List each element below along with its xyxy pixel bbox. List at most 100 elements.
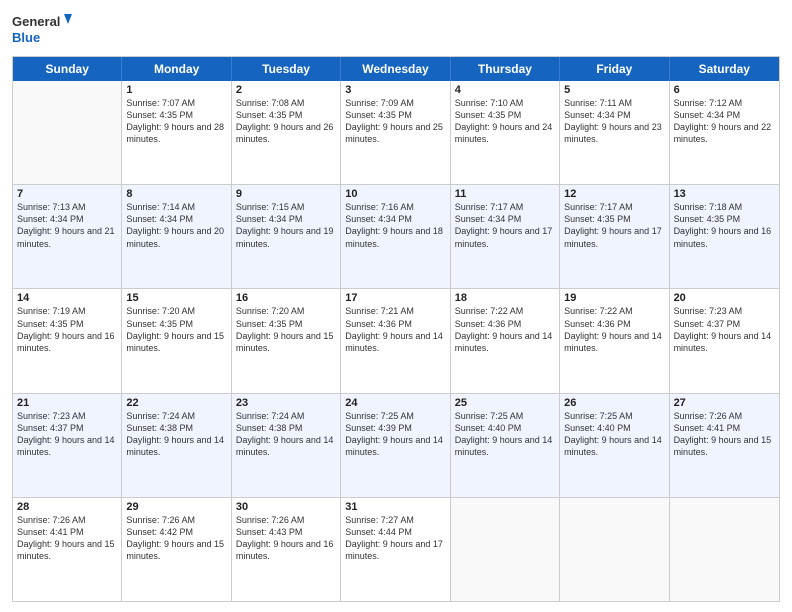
day-number: 8 [126, 188, 226, 200]
week-row-3: 21 Sunrise: 7:23 AMSunset: 4:37 PMDaylig… [13, 394, 779, 498]
day-number: 12 [564, 188, 664, 200]
cell-1-3: 10 Sunrise: 7:16 AMSunset: 4:34 PMDaylig… [341, 185, 450, 288]
day-number: 25 [455, 397, 555, 409]
cell-info: Sunrise: 7:19 AMSunset: 4:35 PMDaylight:… [17, 305, 117, 354]
day-number: 9 [236, 188, 336, 200]
cell-2-6: 20 Sunrise: 7:23 AMSunset: 4:37 PMDaylig… [670, 289, 779, 392]
cell-4-5 [560, 498, 669, 601]
cell-info: Sunrise: 7:20 AMSunset: 4:35 PMDaylight:… [236, 305, 336, 354]
cell-0-4: 4 Sunrise: 7:10 AMSunset: 4:35 PMDayligh… [451, 81, 560, 184]
cell-1-0: 7 Sunrise: 7:13 AMSunset: 4:34 PMDayligh… [13, 185, 122, 288]
header-day-monday: Monday [122, 57, 231, 81]
cell-2-1: 15 Sunrise: 7:20 AMSunset: 4:35 PMDaylig… [122, 289, 231, 392]
cell-3-6: 27 Sunrise: 7:26 AMSunset: 4:41 PMDaylig… [670, 394, 779, 497]
day-number: 27 [674, 397, 775, 409]
header: General Blue [12, 10, 780, 48]
header-day-saturday: Saturday [670, 57, 779, 81]
cell-info: Sunrise: 7:25 AMSunset: 4:40 PMDaylight:… [564, 410, 664, 459]
cell-1-4: 11 Sunrise: 7:17 AMSunset: 4:34 PMDaylig… [451, 185, 560, 288]
cell-info: Sunrise: 7:17 AMSunset: 4:34 PMDaylight:… [455, 201, 555, 250]
day-number: 5 [564, 84, 664, 96]
cell-info: Sunrise: 7:16 AMSunset: 4:34 PMDaylight:… [345, 201, 445, 250]
header-day-thursday: Thursday [451, 57, 560, 81]
cell-info: Sunrise: 7:14 AMSunset: 4:34 PMDaylight:… [126, 201, 226, 250]
cell-2-5: 19 Sunrise: 7:22 AMSunset: 4:36 PMDaylig… [560, 289, 669, 392]
day-number: 4 [455, 84, 555, 96]
calendar-header: SundayMondayTuesdayWednesdayThursdayFrid… [13, 57, 779, 81]
cell-4-3: 31 Sunrise: 7:27 AMSunset: 4:44 PMDaylig… [341, 498, 450, 601]
cell-0-0 [13, 81, 122, 184]
cell-0-2: 2 Sunrise: 7:08 AMSunset: 4:35 PMDayligh… [232, 81, 341, 184]
day-number: 10 [345, 188, 445, 200]
cell-1-5: 12 Sunrise: 7:17 AMSunset: 4:35 PMDaylig… [560, 185, 669, 288]
day-number: 22 [126, 397, 226, 409]
cell-3-4: 25 Sunrise: 7:25 AMSunset: 4:40 PMDaylig… [451, 394, 560, 497]
svg-text:Blue: Blue [12, 30, 40, 45]
day-number: 14 [17, 292, 117, 304]
day-number: 18 [455, 292, 555, 304]
cell-info: Sunrise: 7:09 AMSunset: 4:35 PMDaylight:… [345, 97, 445, 146]
day-number: 2 [236, 84, 336, 96]
cell-2-2: 16 Sunrise: 7:20 AMSunset: 4:35 PMDaylig… [232, 289, 341, 392]
cell-info: Sunrise: 7:10 AMSunset: 4:35 PMDaylight:… [455, 97, 555, 146]
logo-svg: General Blue [12, 10, 72, 48]
cell-0-1: 1 Sunrise: 7:07 AMSunset: 4:35 PMDayligh… [122, 81, 231, 184]
day-number: 20 [674, 292, 775, 304]
cell-0-6: 6 Sunrise: 7:12 AMSunset: 4:34 PMDayligh… [670, 81, 779, 184]
week-row-4: 28 Sunrise: 7:26 AMSunset: 4:41 PMDaylig… [13, 498, 779, 601]
cell-info: Sunrise: 7:26 AMSunset: 4:43 PMDaylight:… [236, 514, 336, 563]
cell-3-5: 26 Sunrise: 7:25 AMSunset: 4:40 PMDaylig… [560, 394, 669, 497]
day-number: 13 [674, 188, 775, 200]
day-number: 24 [345, 397, 445, 409]
cell-info: Sunrise: 7:23 AMSunset: 4:37 PMDaylight:… [674, 305, 775, 354]
cell-info: Sunrise: 7:22 AMSunset: 4:36 PMDaylight:… [455, 305, 555, 354]
cell-3-0: 21 Sunrise: 7:23 AMSunset: 4:37 PMDaylig… [13, 394, 122, 497]
cell-info: Sunrise: 7:26 AMSunset: 4:42 PMDaylight:… [126, 514, 226, 563]
day-number: 31 [345, 501, 445, 513]
cell-info: Sunrise: 7:08 AMSunset: 4:35 PMDaylight:… [236, 97, 336, 146]
cell-0-3: 3 Sunrise: 7:09 AMSunset: 4:35 PMDayligh… [341, 81, 450, 184]
day-number: 26 [564, 397, 664, 409]
cell-info: Sunrise: 7:17 AMSunset: 4:35 PMDaylight:… [564, 201, 664, 250]
day-number: 11 [455, 188, 555, 200]
cell-0-5: 5 Sunrise: 7:11 AMSunset: 4:34 PMDayligh… [560, 81, 669, 184]
logo: General Blue [12, 10, 72, 48]
cell-4-2: 30 Sunrise: 7:26 AMSunset: 4:43 PMDaylig… [232, 498, 341, 601]
day-number: 15 [126, 292, 226, 304]
header-day-sunday: Sunday [13, 57, 122, 81]
day-number: 23 [236, 397, 336, 409]
header-day-tuesday: Tuesday [232, 57, 341, 81]
cell-info: Sunrise: 7:24 AMSunset: 4:38 PMDaylight:… [126, 410, 226, 459]
cell-2-4: 18 Sunrise: 7:22 AMSunset: 4:36 PMDaylig… [451, 289, 560, 392]
cell-info: Sunrise: 7:07 AMSunset: 4:35 PMDaylight:… [126, 97, 226, 146]
day-number: 6 [674, 84, 775, 96]
cell-2-0: 14 Sunrise: 7:19 AMSunset: 4:35 PMDaylig… [13, 289, 122, 392]
day-number: 30 [236, 501, 336, 513]
cell-info: Sunrise: 7:15 AMSunset: 4:34 PMDaylight:… [236, 201, 336, 250]
page: General Blue SundayMondayTuesdayWednesda… [0, 0, 792, 612]
header-day-friday: Friday [560, 57, 669, 81]
cell-info: Sunrise: 7:25 AMSunset: 4:39 PMDaylight:… [345, 410, 445, 459]
calendar-body: 1 Sunrise: 7:07 AMSunset: 4:35 PMDayligh… [13, 81, 779, 601]
week-row-2: 14 Sunrise: 7:19 AMSunset: 4:35 PMDaylig… [13, 289, 779, 393]
day-number: 7 [17, 188, 117, 200]
cell-info: Sunrise: 7:18 AMSunset: 4:35 PMDaylight:… [674, 201, 775, 250]
cell-4-6 [670, 498, 779, 601]
cell-2-3: 17 Sunrise: 7:21 AMSunset: 4:36 PMDaylig… [341, 289, 450, 392]
week-row-0: 1 Sunrise: 7:07 AMSunset: 4:35 PMDayligh… [13, 81, 779, 185]
day-number: 17 [345, 292, 445, 304]
cell-info: Sunrise: 7:26 AMSunset: 4:41 PMDaylight:… [17, 514, 117, 563]
day-number: 28 [17, 501, 117, 513]
day-number: 16 [236, 292, 336, 304]
svg-text:General: General [12, 14, 60, 29]
day-number: 19 [564, 292, 664, 304]
calendar: SundayMondayTuesdayWednesdayThursdayFrid… [12, 56, 780, 602]
cell-4-4 [451, 498, 560, 601]
cell-info: Sunrise: 7:13 AMSunset: 4:34 PMDaylight:… [17, 201, 117, 250]
cell-info: Sunrise: 7:20 AMSunset: 4:35 PMDaylight:… [126, 305, 226, 354]
cell-info: Sunrise: 7:12 AMSunset: 4:34 PMDaylight:… [674, 97, 775, 146]
day-number: 21 [17, 397, 117, 409]
cell-info: Sunrise: 7:23 AMSunset: 4:37 PMDaylight:… [17, 410, 117, 459]
cell-3-3: 24 Sunrise: 7:25 AMSunset: 4:39 PMDaylig… [341, 394, 450, 497]
cell-info: Sunrise: 7:26 AMSunset: 4:41 PMDaylight:… [674, 410, 775, 459]
